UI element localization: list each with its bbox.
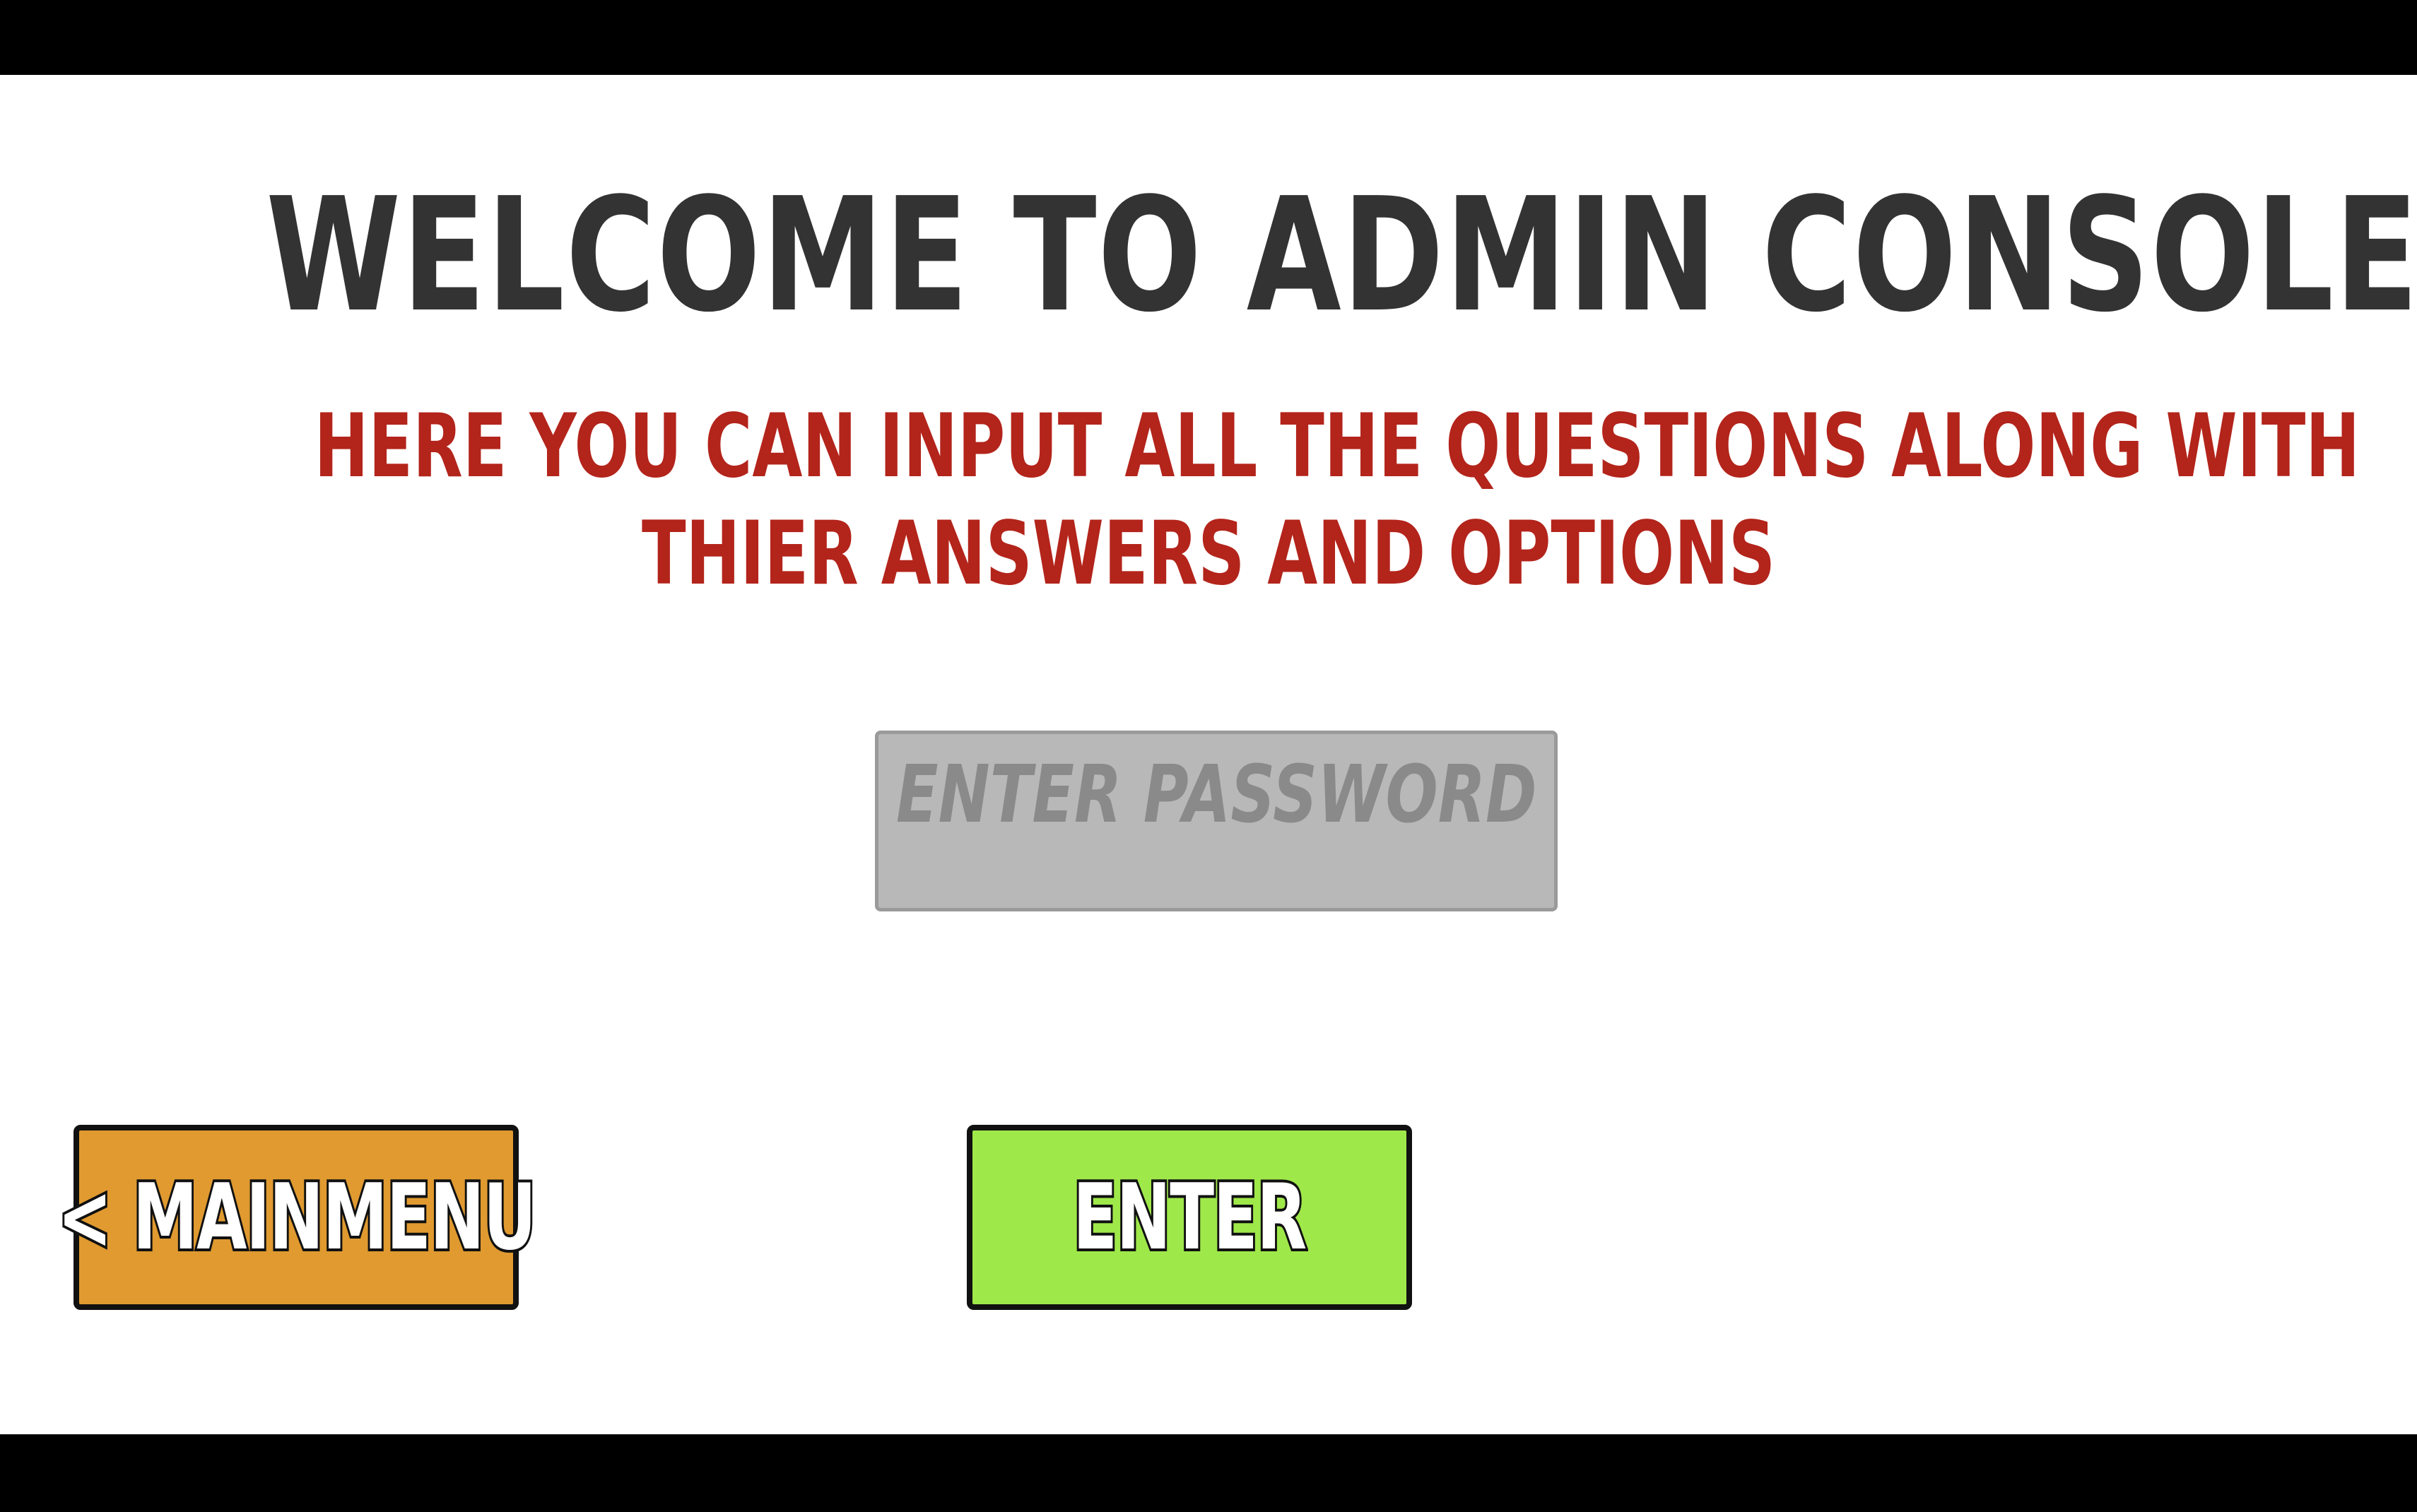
- main-menu-button[interactable]: < MAINMENU: [55, 1125, 538, 1310]
- letterbox-top: [0, 0, 2417, 75]
- page-title: WELCOME TO ADMIN CONSOLE: [266, 165, 2417, 347]
- subtitle-line-1: HERE YOU CAN INPUT ALL THE QUESTIONS ALO…: [314, 396, 2360, 497]
- enter-button[interactable]: ENTER: [967, 1125, 1412, 1310]
- page-subtitle: HERE YOU CAN INPUT ALL THE QUESTIONS ALO…: [314, 393, 2360, 608]
- main-menu-button-label: < MAINMENU: [55, 1162, 538, 1273]
- letterbox-bottom: [0, 1434, 2417, 1512]
- subtitle-line-2: THIER ANSWERS AND OPTIONS: [641, 503, 1776, 605]
- enter-button-label: ENTER: [1071, 1162, 1309, 1273]
- password-input[interactable]: [875, 731, 1558, 911]
